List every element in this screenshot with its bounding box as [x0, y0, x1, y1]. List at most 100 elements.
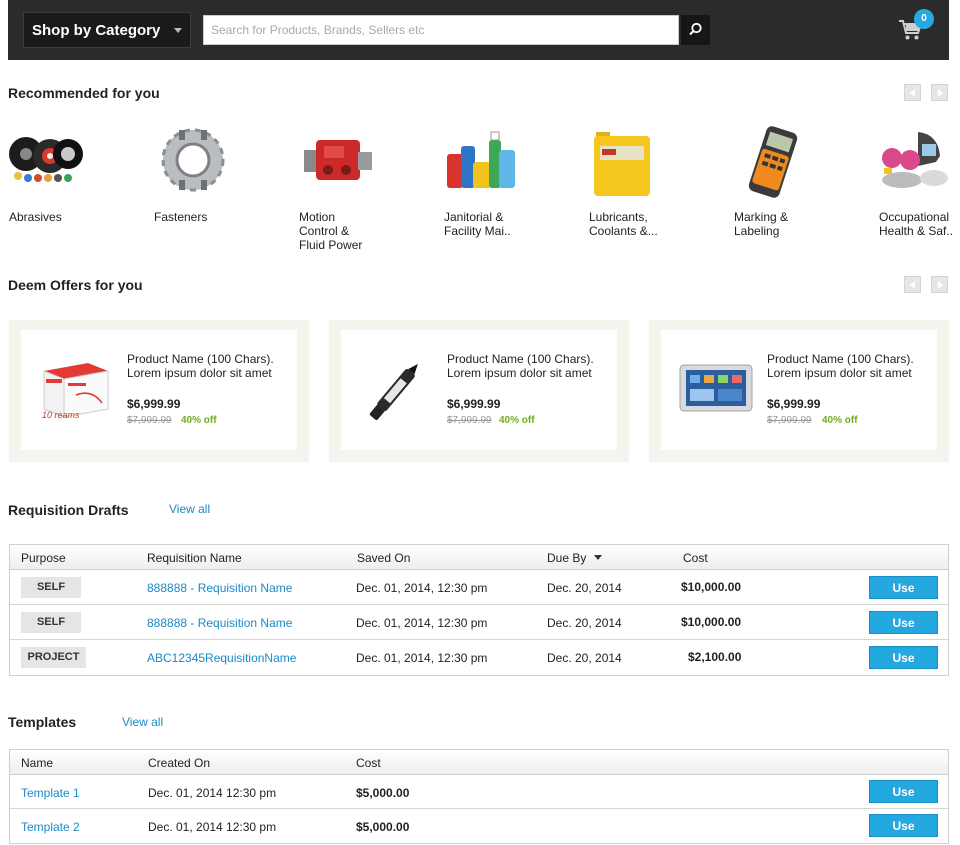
due-by-cell: Dec. 20, 2014 — [547, 651, 622, 665]
cost-cell: $10,000.00 — [681, 580, 742, 594]
search-input[interactable] — [203, 15, 679, 45]
saved-on-cell: Dec. 01, 2014, 12:30 pm — [356, 581, 488, 595]
paper-box-image: 10 reams — [36, 355, 116, 425]
created-on-cell: Dec. 01, 2014 12:30 pm — [148, 786, 277, 800]
fasteners-thumbnail — [153, 122, 233, 202]
shop-by-category-label: Shop by Category — [32, 21, 161, 39]
table-row: PROJECT ABC12345RequisitionName Dec. 01,… — [10, 640, 948, 675]
category-item-occupational-health[interactable]: Occupational Health & Saf.. — [878, 122, 960, 238]
offer-old-price: $7,999.99 — [767, 415, 812, 426]
category-item-janitorial[interactable]: Janitorial & Facility Mai.. — [443, 122, 573, 238]
offer-product-name[interactable]: Product Name (100 Chars). Lorem ipsum do… — [127, 352, 287, 380]
tablet-image — [676, 355, 756, 425]
category-item-fasteners[interactable]: Fasteners — [153, 122, 283, 224]
use-button[interactable]: Use — [869, 576, 938, 599]
offer-product-name[interactable]: Product Name (100 Chars). Lorem ipsum do… — [767, 352, 927, 380]
cart-count-badge: 0 — [914, 9, 934, 29]
column-due-by[interactable]: Due By — [547, 551, 586, 565]
offers-next-button[interactable] — [931, 276, 948, 293]
offer-price: $6,999.99 — [447, 397, 501, 411]
requisition-name-link[interactable]: 888888 - Requisition Name — [147, 616, 292, 630]
templates-table-header: Name Created On Cost — [10, 750, 948, 775]
category-item-marking[interactable]: Marking & Labeling — [733, 122, 863, 238]
table-row: Template 2 Dec. 01, 2014 12:30 pm $5,000… — [10, 809, 948, 843]
templates-view-all-link[interactable]: View all — [122, 715, 163, 729]
created-on-cell: Dec. 01, 2014 12:30 pm — [148, 820, 277, 834]
cost-cell: $2,100.00 — [688, 650, 742, 664]
offer-card[interactable]: 10 reams Product Name (100 Chars). Lorem… — [21, 330, 297, 450]
chevron-right-icon — [938, 281, 943, 289]
offer-card[interactable]: Product Name (100 Chars). Lorem ipsum do… — [341, 330, 617, 450]
offer-product-name[interactable]: Product Name (100 Chars). Lorem ipsum do… — [447, 352, 607, 380]
column-purpose: Purpose — [21, 551, 66, 565]
drafts-title: Requisition Drafts — [8, 502, 129, 518]
saved-on-cell: Dec. 01, 2014, 12:30 pm — [356, 616, 488, 630]
category-label: Abrasives — [9, 210, 62, 224]
cost-cell: $5,000.00 — [356, 786, 410, 800]
column-cost: Cost — [356, 756, 381, 770]
cart-button[interactable]: 0 — [898, 9, 936, 48]
marker-pen-image — [356, 355, 436, 425]
category-label: Marking & Labeling — [734, 210, 789, 238]
offer-tile: 10 reams Product Name (100 Chars). Lorem… — [9, 320, 309, 462]
offer-old-price: $7,999.99 — [127, 415, 172, 426]
table-row: SELF 888888 - Requisition Name Dec. 01, … — [10, 605, 948, 640]
table-row: SELF 888888 - Requisition Name Dec. 01, … — [10, 570, 948, 605]
drafts-table: Purpose Requisition Name Saved On Due By… — [9, 544, 949, 676]
offer-discount: 40% off — [181, 415, 217, 426]
column-created-on: Created On — [148, 756, 211, 770]
chevron-right-icon — [938, 89, 943, 97]
column-requisition-name: Requisition Name — [147, 551, 242, 565]
abrasives-thumbnail — [8, 122, 88, 202]
category-label: Occupational Health & Saf.. — [879, 210, 954, 238]
template-name-link[interactable]: Template 2 — [21, 820, 80, 834]
due-by-cell: Dec. 20, 2014 — [547, 581, 622, 595]
column-name: Name — [21, 756, 54, 770]
offers-prev-button[interactable] — [904, 276, 921, 293]
cost-cell: $10,000.00 — [681, 615, 742, 629]
category-item-lubricants[interactable]: Lubricants, Coolants &... — [588, 122, 718, 238]
category-label: Motion Control & Fluid Power — [299, 210, 363, 252]
search-icon — [689, 22, 702, 36]
use-button[interactable]: Use — [869, 780, 938, 803]
offer-price: $6,999.99 — [127, 397, 181, 411]
motion-control-thumbnail — [298, 122, 378, 202]
cost-cell: $5,000.00 — [356, 820, 410, 834]
category-carousel: Abrasives Fasteners Motion Control & Flu… — [0, 122, 960, 252]
use-button[interactable]: Use — [869, 646, 938, 669]
column-cost: Cost — [683, 551, 708, 565]
top-header: Shop by Category 0 — [8, 0, 949, 60]
due-by-cell: Dec. 20, 2014 — [547, 616, 622, 630]
category-item-motion-control[interactable]: Motion Control & Fluid Power — [298, 122, 428, 252]
column-saved-on: Saved On — [357, 551, 411, 565]
recommended-prev-button[interactable] — [904, 84, 921, 101]
use-button[interactable]: Use — [869, 611, 938, 634]
search-button[interactable] — [681, 15, 710, 45]
chevron-left-icon — [910, 89, 915, 97]
recommended-next-button[interactable] — [931, 84, 948, 101]
marking-thumbnail — [733, 122, 813, 202]
templates-title: Templates — [8, 714, 77, 730]
category-label: Janitorial & Facility Mai.. — [444, 210, 511, 238]
drafts-view-all-link[interactable]: View all — [169, 502, 210, 516]
lubricants-thumbnail — [588, 122, 668, 202]
sort-desc-icon[interactable] — [594, 555, 602, 560]
box-caption: 10 reams — [42, 410, 80, 420]
requisition-name-link[interactable]: ABC12345RequisitionName — [147, 651, 296, 665]
shop-by-category-button[interactable]: Shop by Category — [23, 12, 191, 48]
requisition-name-link[interactable]: 888888 - Requisition Name — [147, 581, 292, 595]
templates-table: Name Created On Cost Template 1 Dec. 01,… — [9, 749, 949, 844]
janitorial-thumbnail — [443, 122, 523, 202]
offer-discount: 40% off — [499, 415, 535, 426]
offer-discount: 40% off — [822, 415, 858, 426]
occupational-health-thumbnail — [878, 122, 958, 202]
offer-tile: Product Name (100 Chars). Lorem ipsum do… — [329, 320, 629, 462]
saved-on-cell: Dec. 01, 2014, 12:30 pm — [356, 651, 488, 665]
category-label: Fasteners — [154, 210, 208, 224]
category-item-abrasives[interactable]: Abrasives — [8, 122, 138, 224]
purpose-badge: SELF — [21, 577, 81, 598]
template-name-link[interactable]: Template 1 — [21, 786, 80, 800]
use-button[interactable]: Use — [869, 814, 938, 837]
offers-title: Deem Offers for you — [8, 277, 143, 293]
offer-card[interactable]: Product Name (100 Chars). Lorem ipsum do… — [661, 330, 937, 450]
